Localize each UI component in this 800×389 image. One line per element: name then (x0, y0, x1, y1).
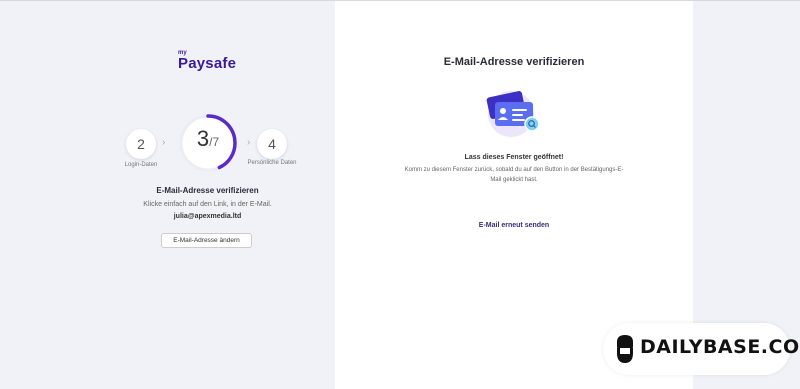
chevron-right-icon: › (247, 137, 251, 148)
step-previous-circle: 2 (126, 129, 156, 159)
step-next-label: Persönliche Daten (247, 160, 297, 166)
page-title: E-Mail-Adresse verifizieren (443, 56, 585, 68)
step-next-circle: 4 (257, 129, 287, 159)
mustache-shape (621, 355, 629, 357)
user-email: julia@apexmedia.ltd (173, 213, 242, 220)
step-next-number: 4 (268, 136, 276, 152)
step-previous-label: Login-Daten (124, 162, 158, 168)
step-description: Klicke einfach auf den Link, in der E-Ma… (143, 201, 272, 208)
step-title: E-Mail-Adresse verifizieren (156, 186, 259, 195)
left-panel (0, 1, 335, 389)
bearded-man-icon (617, 335, 633, 363)
watermark-text: DAILYBASE.COM (640, 336, 800, 358)
sunglasses-shape (617, 344, 633, 348)
progress-current: 3 (196, 126, 210, 151)
magnifier-icon (524, 116, 540, 132)
logo-name: Paysafe (178, 55, 237, 72)
info-text: Komm zu diesem Fenster zurück, sobald du… (404, 167, 624, 183)
step-previous-number: 2 (137, 136, 145, 152)
resend-email-link[interactable]: E-Mail erneut senden (335, 222, 693, 229)
info-title: Lass dieses Fenster geöffnet! (464, 154, 564, 161)
card-line (512, 109, 527, 111)
chevron-right-icon: › (162, 137, 166, 148)
progress-total: /7 (209, 135, 220, 149)
hair-shape (617, 335, 633, 345)
card-line (512, 114, 523, 116)
card-line (512, 119, 525, 121)
email-verification-illustration (486, 91, 540, 137)
person-head-icon (500, 108, 506, 114)
change-email-button[interactable]: E-Mail-Adresse ändern (161, 233, 252, 248)
progress-counter: 3/7 (177, 126, 239, 152)
paysafe-logo: my Paysafe (178, 50, 236, 71)
